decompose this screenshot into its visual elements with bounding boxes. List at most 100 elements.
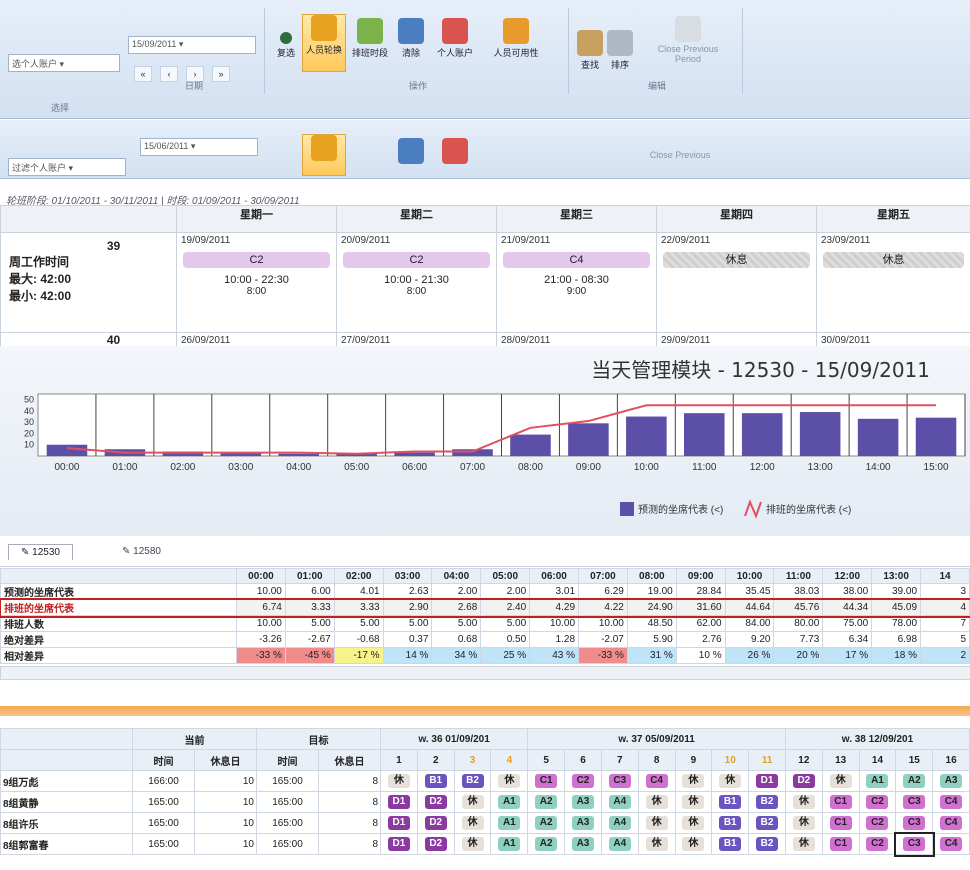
shift-cell[interactable]: A1 xyxy=(490,812,529,834)
close-period-button[interactable]: Close Previous Period xyxy=(648,16,728,64)
shift-cell[interactable]: A3 xyxy=(932,770,970,792)
metric-cell[interactable]: 6.74 xyxy=(236,599,286,616)
shift-cell[interactable]: 休 xyxy=(453,833,492,855)
metric-cell[interactable]: 35.45 xyxy=(724,583,775,600)
shift-cell[interactable]: B1 xyxy=(711,812,750,834)
metric-cell[interactable]: 5.00 xyxy=(382,615,433,632)
metric-cell[interactable]: 2.76 xyxy=(675,631,726,648)
shift-cell[interactable]: 休 xyxy=(674,833,713,855)
shift-cell[interactable]: B2 xyxy=(748,812,786,834)
metric-cell[interactable]: 75.00 xyxy=(822,615,873,632)
tab-12580[interactable]: ✎ 12580 xyxy=(110,544,173,559)
close-button-2[interactable]: Close Previous xyxy=(640,150,720,160)
metric-cell[interactable]: 0.68 xyxy=(431,631,482,648)
shift-cell[interactable]: B2 xyxy=(748,833,786,855)
metric-cell[interactable]: 80.00 xyxy=(773,615,824,632)
shift-cell[interactable]: 休 xyxy=(784,812,823,834)
rotation-button-2[interactable] xyxy=(302,134,346,176)
shift-cell[interactable]: D1 xyxy=(748,770,786,792)
metric-cell[interactable]: 19.00 xyxy=(626,583,677,600)
shift-cell[interactable]: C1 xyxy=(821,833,860,855)
metric-cell[interactable]: 38.03 xyxy=(773,583,824,600)
shift-cell[interactable]: A4 xyxy=(600,812,639,834)
shift-cell[interactable]: C3 xyxy=(600,770,639,792)
shift-cell[interactable]: A1 xyxy=(490,833,529,855)
agent-row[interactable]: 9组万彪 166:00 10 165:00 8 休 B1 B2 休 C1 C2 C3 C4 休休 D1 D2 休… xyxy=(0,770,970,792)
shift-cell[interactable]: C3 xyxy=(895,812,934,834)
rotation-button[interactable]: 人员轮换 xyxy=(302,14,346,72)
shift-cell[interactable]: 休 xyxy=(674,770,713,792)
shift-cell[interactable]: D2 xyxy=(416,812,455,834)
shift-cell[interactable]: B2 xyxy=(453,770,492,792)
shift-cell[interactable]: A3 xyxy=(564,791,602,813)
shift-cell[interactable]: D1 xyxy=(380,833,418,855)
calendar-button-2[interactable] xyxy=(396,138,426,166)
clear-button[interactable]: 清除 xyxy=(396,18,426,59)
agent-row[interactable]: 8组许乐 165:00 10 165:00 8 D1 D2 休 A1 A2 A3 A4 休休 B1 B2 休 C… xyxy=(0,812,970,834)
shift-cell[interactable]: A4 xyxy=(600,833,639,855)
shift-cell[interactable]: D1 xyxy=(380,791,418,813)
metric-cell[interactable]: 43 % xyxy=(529,647,580,664)
date-input-2[interactable]: 15/06/2011 ▾ xyxy=(140,138,258,156)
shift-cell[interactable]: 休 xyxy=(821,770,860,792)
metric-cell[interactable]: 9.20 xyxy=(724,631,775,648)
metric-cell[interactable]: 2.68 xyxy=(431,599,482,616)
metric-cell[interactable]: 3 xyxy=(920,583,970,600)
shift-cell[interactable]: A3 xyxy=(564,812,602,834)
metric-cell[interactable]: 10.00 xyxy=(236,615,286,632)
shift-cell[interactable]: A2 xyxy=(527,833,566,855)
shift-cell[interactable]: 休 xyxy=(674,791,713,813)
metric-cell[interactable]: 38.00 xyxy=(822,583,873,600)
metric-cell[interactable]: 5 xyxy=(920,631,970,648)
metric-cell[interactable]: 28.84 xyxy=(675,583,726,600)
metric-cell[interactable]: 31.60 xyxy=(675,599,726,616)
metric-cell[interactable]: 6.34 xyxy=(822,631,873,648)
shift-cell[interactable]: 休 xyxy=(784,833,823,855)
agent-row[interactable]: 8组黄静 165:00 10 165:00 8 D1 D2 休 A1 A2 A3 A4 休休 B1 B2 休 C… xyxy=(0,791,970,813)
shift-cell[interactable]: D2 xyxy=(416,833,455,855)
shift-cell[interactable]: A2 xyxy=(895,770,934,792)
metric-cell[interactable]: 20 % xyxy=(773,647,824,664)
shift-cell[interactable]: 休 xyxy=(711,770,750,792)
metric-cell[interactable]: 6.98 xyxy=(871,631,922,648)
metric-cell[interactable]: 44.34 xyxy=(822,599,873,616)
metric-cell[interactable]: -0.68 xyxy=(333,631,384,648)
shift-cell[interactable]: 休 xyxy=(490,770,529,792)
metric-cell[interactable]: 7.73 xyxy=(773,631,824,648)
metric-cell[interactable]: 62.00 xyxy=(675,615,726,632)
metric-cell[interactable]: 2.90 xyxy=(382,599,433,616)
shift-cell[interactable]: A4 xyxy=(600,791,639,813)
metric-cell[interactable]: 39.00 xyxy=(871,583,922,600)
metric-cell[interactable]: 10.00 xyxy=(529,615,580,632)
shift-cell[interactable]: B2 xyxy=(748,791,786,813)
day-cell[interactable]: 23/09/2011 休息 xyxy=(816,232,970,333)
shift-cell[interactable]: C2 xyxy=(564,770,602,792)
shift-cell[interactable]: C1 xyxy=(821,812,860,834)
metric-cell[interactable]: 3.01 xyxy=(529,583,580,600)
shift-cell[interactable]: B1 xyxy=(711,833,750,855)
shift-cell[interactable]: 休 xyxy=(637,791,676,813)
availability-button[interactable]: 人员可用性 xyxy=(488,18,544,59)
metric-cell[interactable]: -33 % xyxy=(236,647,286,664)
metric-cell[interactable]: 2 xyxy=(920,647,970,664)
shift-cell[interactable]: A1 xyxy=(858,770,897,792)
metric-cell[interactable]: 2.00 xyxy=(431,583,482,600)
metric-cell[interactable]: 84.00 xyxy=(724,615,775,632)
shift-cell[interactable]: C3 xyxy=(895,791,934,813)
splitter-bar[interactable] xyxy=(0,706,970,716)
metric-cell[interactable]: 26 % xyxy=(724,647,775,664)
shift-cell[interactable]: C4 xyxy=(932,833,970,855)
metric-cell[interactable]: 4.01 xyxy=(333,583,384,600)
multi-select-button[interactable]: 复选 xyxy=(272,32,300,59)
shift-cell[interactable]: 休 xyxy=(674,812,713,834)
shift-cell[interactable]: D2 xyxy=(784,770,823,792)
metric-row[interactable]: 绝对差异 -3.26 -2.67 -0.68 0.37 0.68 0.50 1.28 -2.07… xyxy=(0,631,970,648)
metric-cell[interactable]: 5.00 xyxy=(333,615,384,632)
metric-cell[interactable]: 18 % xyxy=(871,647,922,664)
shift-cell[interactable]: C1 xyxy=(821,791,860,813)
day-cell[interactable]: 19/09/2011 C2 10:00 - 22:30 8:00 xyxy=(176,232,337,333)
metric-cell[interactable]: -33 % xyxy=(578,647,628,664)
shift-cell[interactable]: 休 xyxy=(637,812,676,834)
metric-cell[interactable]: 2.40 xyxy=(480,599,531,616)
metric-cell[interactable]: -2.67 xyxy=(284,631,335,648)
